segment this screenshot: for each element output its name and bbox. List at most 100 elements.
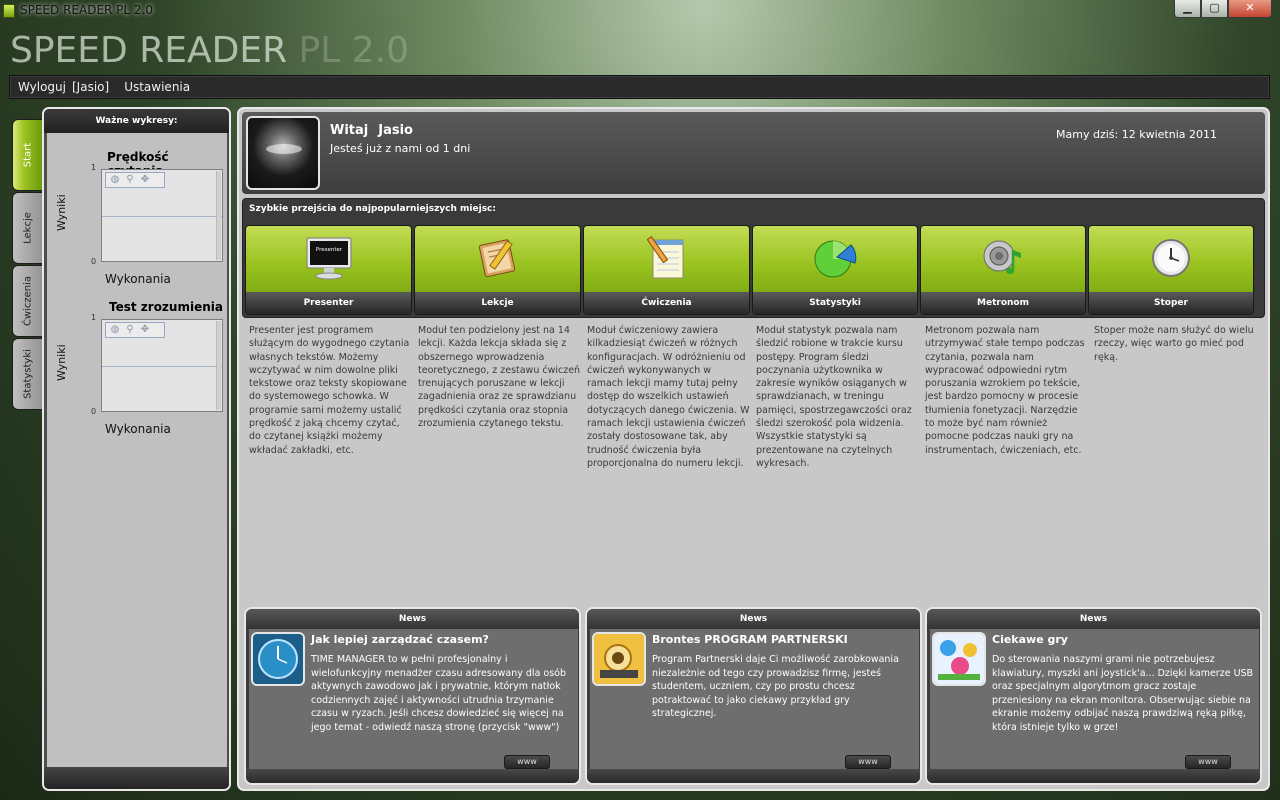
desc-metronome: Metronom pozwala nam utrzymywać stałe te… — [925, 325, 1085, 456]
tile-lessons[interactable]: Lekcje — [414, 225, 581, 315]
tab-start[interactable]: Start — [12, 119, 42, 191]
quick-links-tiles: Presenter Presenter Lekcje Ćwiczenia Sta… — [245, 225, 1254, 315]
avatar[interactable] — [246, 116, 320, 190]
charts-panel: Ważne wykresy: Prędkość czytania Wyniki … — [42, 107, 231, 791]
news-header: News — [246, 609, 579, 629]
window-titlebar: SPEED READER PL 2.0 ▁ ▢ ✕ — [0, 0, 1280, 22]
chart-scrollbar[interactable] — [216, 171, 221, 260]
tile-metronome-label: Metronom — [921, 292, 1085, 314]
app-icon — [3, 4, 15, 18]
zoom-icon[interactable]: ⚲ — [124, 324, 136, 336]
close-button[interactable]: ✕ — [1228, 0, 1272, 18]
desc-presenter: Presenter jest programem służącym do wyg… — [249, 325, 410, 456]
chart-speed-ytick-min: 0 — [91, 257, 97, 266]
chart-grid-line — [102, 366, 222, 367]
tab-lessons-label: Lekcje — [22, 212, 33, 244]
zoom-icon[interactable]: ⚲ — [124, 174, 136, 186]
news-footer — [246, 769, 579, 783]
news-title: Brontes PROGRAM PARTNERSKI — [652, 633, 848, 646]
tile-exercises[interactable]: Ćwiczenia — [583, 225, 750, 315]
charts-panel-footer — [44, 767, 229, 789]
games-thumb-icon — [932, 632, 986, 686]
tile-exercises-label: Ćwiczenia — [584, 292, 749, 314]
tab-start-label: Start — [22, 142, 33, 168]
greeting-word: Witaj — [330, 123, 369, 138]
www-button[interactable]: www — [504, 755, 550, 769]
menu-bar: Wyloguj [Jasio] Ustawienia — [9, 75, 1270, 99]
quick-links: Szybkie przejścia do najpopularniejszych… — [242, 198, 1265, 318]
tile-presenter[interactable]: Presenter Presenter — [245, 225, 412, 315]
news-header: News — [927, 609, 1260, 629]
desc-lessons: Moduł ten podzielony jest na 14 lekcji. … — [418, 325, 581, 430]
window-title: SPEED READER PL 2.0 — [20, 3, 153, 17]
module-descriptions: Presenter jest programem służącym do wyg… — [249, 324, 1263, 470]
news-header: News — [587, 609, 920, 629]
menu-settings[interactable]: Ustawienia — [124, 80, 190, 94]
news-text: Program Partnerski daje Ci możliwość zar… — [652, 654, 899, 719]
www-button[interactable]: www — [1185, 755, 1231, 769]
chart-comprehension-ylabel: Wyniki — [55, 344, 68, 381]
chart-speed-ytick-max: 1 — [91, 163, 97, 172]
greeting: Witaj Jasio — [330, 123, 413, 138]
tab-exercises-label: Ćwiczenia — [22, 275, 33, 327]
chart-comprehension-ytick-min: 0 — [91, 407, 97, 416]
brand-main: SPEED READER — [10, 30, 288, 71]
chart-comprehension-title: Test zrozumienia — [109, 300, 223, 314]
maximize-button[interactable]: ▢ — [1201, 0, 1228, 18]
membership-info: Jesteś już z nami od 1 dni — [330, 142, 471, 155]
tile-stopwatch-label: Stoper — [1089, 292, 1253, 314]
tile-presenter-label: Presenter — [246, 292, 411, 314]
book-pencil-icon — [478, 239, 515, 278]
news-footer — [587, 769, 920, 783]
desc-statistics: Moduł statystyk pozwala nam śledzić robi… — [756, 325, 912, 469]
tile-statistics-label: Statystyki — [753, 292, 917, 314]
menu-user[interactable]: [Jasio] — [72, 80, 109, 94]
desc-exercises: Moduł ćwiczeniowy zawiera kilkadziesiąt … — [587, 325, 750, 469]
pan-icon[interactable]: ✥ — [139, 324, 151, 336]
charts-panel-body: Prędkość czytania Wyniki 1 0 ◍ ⚲ ✥ Wykon… — [47, 133, 227, 767]
brand-version: PL 2.0 — [298, 30, 410, 71]
news-body: Brontes PROGRAM PARTNERSKI Program Partn… — [590, 629, 919, 769]
pie-chart-icon — [814, 240, 857, 278]
speaker-note-icon — [983, 240, 1021, 274]
news-title: Jak lepiej zarządzać czasem? — [311, 633, 489, 646]
tile-stopwatch[interactable]: Stoper — [1088, 225, 1254, 315]
brand-logo: SPEED READER PL 2.0 — [10, 30, 409, 71]
tab-statistics-label: Statystyki — [22, 349, 33, 399]
tab-exercises[interactable]: Ćwiczenia — [12, 265, 42, 337]
chart-speed-ylabel: Wyniki — [55, 194, 68, 231]
chart-comprehension-ytick-max: 1 — [91, 313, 97, 322]
globe-icon[interactable]: ◍ — [109, 174, 121, 186]
chart-speed-xlabel: Wykonania — [105, 272, 171, 286]
main-panel: Witaj Jasio Jesteś już z nami od 1 dni Ma… — [237, 107, 1270, 791]
charts-panel-header: Ważne wykresy: — [44, 109, 229, 133]
news-box-partner: News Brontes PROGRAM PARTNERSKI Program … — [585, 607, 922, 785]
notepad-icon — [646, 236, 683, 279]
chart-speed-plot[interactable]: ◍ ⚲ ✥ — [101, 169, 223, 262]
tile-statistics[interactable]: Statystyki — [752, 225, 918, 315]
chart-toolbar: ◍ ⚲ ✥ — [105, 322, 165, 338]
news-text: TIME MANAGER to w pełni profesjonalny i … — [311, 654, 567, 733]
quick-links-label: Szybkie przejścia do najpopularniejszych… — [249, 204, 496, 214]
minimize-button[interactable]: ▁ — [1174, 0, 1201, 18]
news-footer — [927, 769, 1260, 783]
chart-grid-line — [102, 216, 222, 217]
tab-statistics[interactable]: Statystyki — [12, 338, 42, 410]
window-controls: ▁ ▢ ✕ — [1174, 0, 1272, 18]
pan-icon[interactable]: ✥ — [139, 174, 151, 186]
news-body: Jak lepiej zarządzać czasem? TIME MANAGE… — [249, 629, 578, 769]
desc-stopwatch: Stoper może nam służyć do wielu rzeczy, … — [1094, 325, 1254, 363]
chart-comprehension-plot[interactable]: ◍ ⚲ ✥ — [101, 319, 223, 412]
chart-scrollbar[interactable] — [216, 321, 221, 410]
tile-lessons-label: Lekcje — [415, 292, 580, 314]
menu-logout[interactable]: Wyloguj — [18, 80, 66, 94]
globe-icon[interactable]: ◍ — [109, 324, 121, 336]
clock-icon — [1152, 239, 1190, 277]
tab-lessons[interactable]: Lekcje — [12, 192, 42, 264]
news-box-games: News Ciekawe gry Do sterowania naszymi g… — [925, 607, 1262, 785]
tile-metronome[interactable]: Metronom — [920, 225, 1086, 315]
today-date: Mamy dziś: 12 kwietnia 2011 — [1056, 128, 1217, 141]
www-button[interactable]: www — [845, 755, 891, 769]
greeting-user: Jasio — [378, 123, 413, 138]
monitor-screen-text: Presenter — [315, 247, 342, 253]
